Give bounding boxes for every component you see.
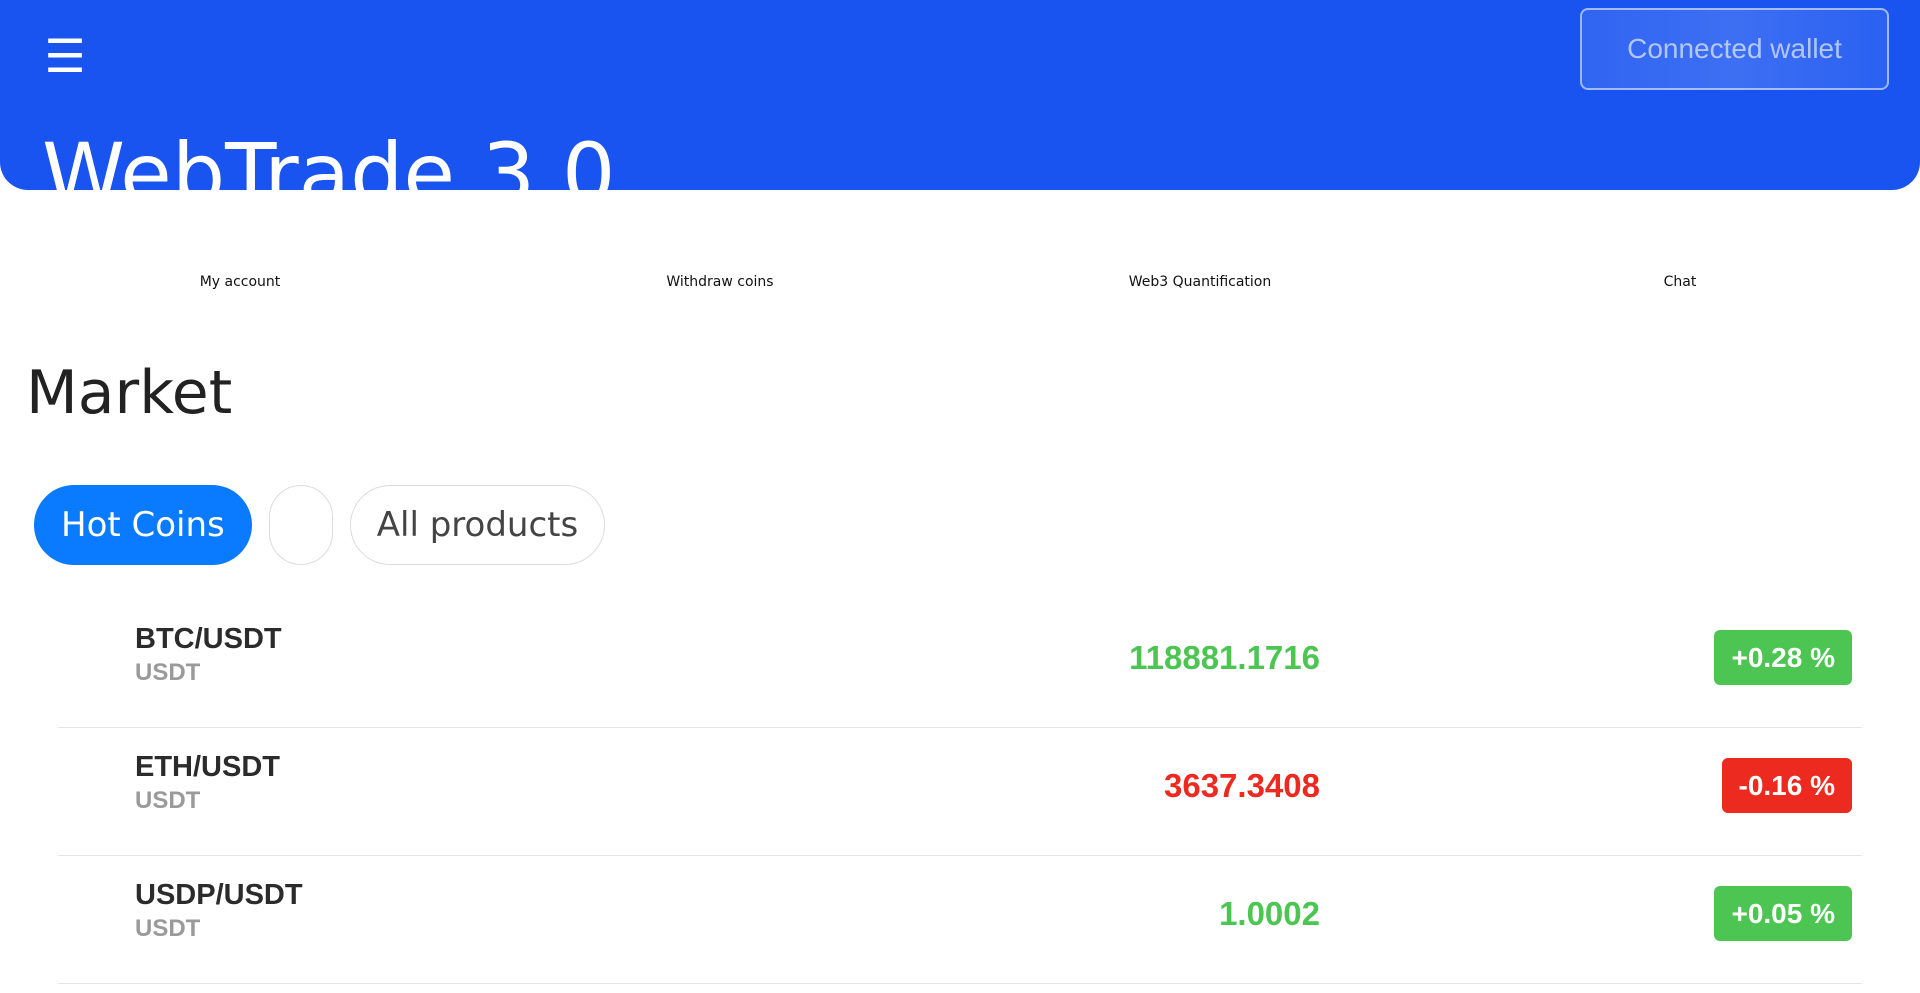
coin-quote: USDT (135, 659, 201, 686)
coin-pair: USDP/USDT (135, 879, 303, 911)
brand-title: WebTrade 3.0 (42, 125, 616, 190)
nav-withdraw-coins[interactable]: Withdraw coins (480, 262, 960, 302)
coin-price: 3637.3408 (1164, 767, 1320, 804)
coin-change-badge: +0.05 % (1714, 886, 1852, 941)
tab-all-products[interactable]: All products (349, 485, 606, 565)
hamburger-menu-icon[interactable]: ☰ (44, 33, 86, 79)
coin-row-usdp[interactable]: USDP/USDT USDT 1.0002 +0.05 % (58, 856, 1862, 984)
coin-row-btc[interactable]: BTC/USDT USDT 118881.1716 +0.28 % (58, 600, 1862, 728)
connected-wallet-button[interactable]: Connected wallet (1580, 8, 1889, 90)
tab-unlabeled[interactable] (268, 485, 333, 565)
nav-my-account[interactable]: My account (0, 262, 480, 302)
coin-price: 1.0002 (1219, 895, 1320, 932)
nav-web3-quantification[interactable]: Web3 Quantification (960, 262, 1440, 302)
coin-list: BTC/USDT USDT 118881.1716 +0.28 % ETH/US… (58, 600, 1862, 984)
coin-pair: BTC/USDT (135, 623, 282, 655)
coin-change-badge: -0.16 % (1721, 758, 1852, 813)
coin-pair: ETH/USDT (135, 751, 280, 783)
nav-chat[interactable]: Chat (1440, 262, 1920, 302)
top-header: ☰ Connected wallet WebTrade 3.0 (0, 0, 1920, 190)
market-title: Market (26, 358, 233, 428)
coin-price: 118881.1716 (1129, 639, 1320, 676)
coin-quote: USDT (135, 787, 201, 814)
tab-hot-coins[interactable]: Hot Coins (34, 485, 252, 565)
coin-row-eth[interactable]: ETH/USDT USDT 3637.3408 -0.16 % (58, 728, 1862, 856)
coin-quote: USDT (135, 915, 201, 942)
main-nav: My account Withdraw coins Web3 Quantific… (0, 262, 1920, 302)
coin-change-badge: +0.28 % (1714, 630, 1852, 685)
market-tabs: Hot Coins All products (34, 485, 606, 565)
